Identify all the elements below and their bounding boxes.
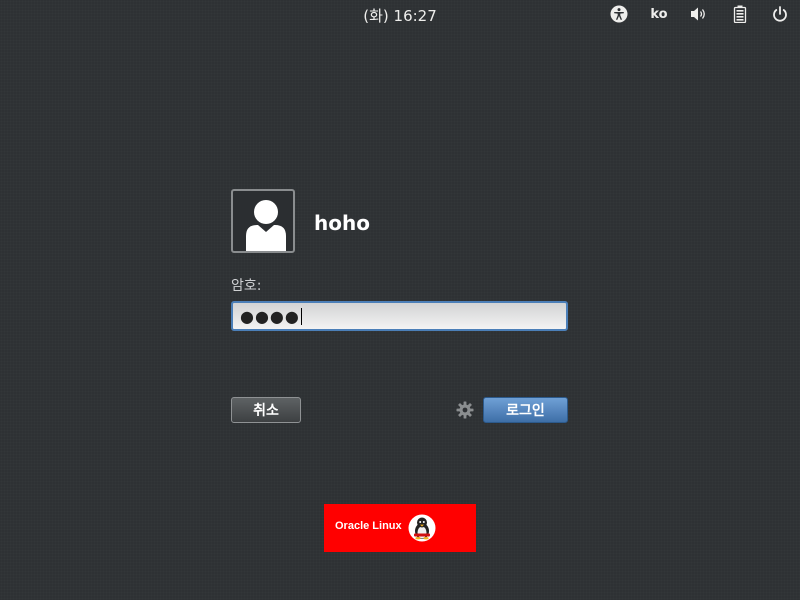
tux-penguin-icon (408, 514, 436, 542)
login-panel: hoho 암호: ●●●● 취소 로그인 (231, 189, 568, 429)
language-indicator[interactable]: ko (646, 4, 672, 24)
password-mask: ●●●● (240, 306, 300, 326)
password-label: 암호: (231, 278, 262, 294)
text-cursor (300, 307, 302, 325)
login-screen: { "topbar": { "clock": "(화) 16:27", "lan… (0, 0, 800, 600)
logo-text: Oracle Linux (335, 520, 402, 532)
gear-icon[interactable] (456, 401, 474, 419)
battery-icon[interactable] (731, 4, 749, 24)
top-bar: (화) 16:27 ko (0, 0, 800, 27)
user-icon (246, 200, 286, 251)
oracle-linux-logo: Oracle Linux (324, 504, 476, 552)
password-field[interactable]: ●●●● (231, 301, 568, 331)
user-avatar (231, 189, 295, 253)
username: hoho (314, 211, 370, 235)
clock[interactable]: (화) 16:27 (0, 5, 800, 26)
cancel-button[interactable]: 취소 (231, 397, 301, 423)
accessibility-icon[interactable] (609, 4, 629, 24)
login-button[interactable]: 로그인 (483, 397, 568, 423)
power-icon[interactable] (771, 4, 789, 24)
volume-icon[interactable] (689, 4, 709, 24)
